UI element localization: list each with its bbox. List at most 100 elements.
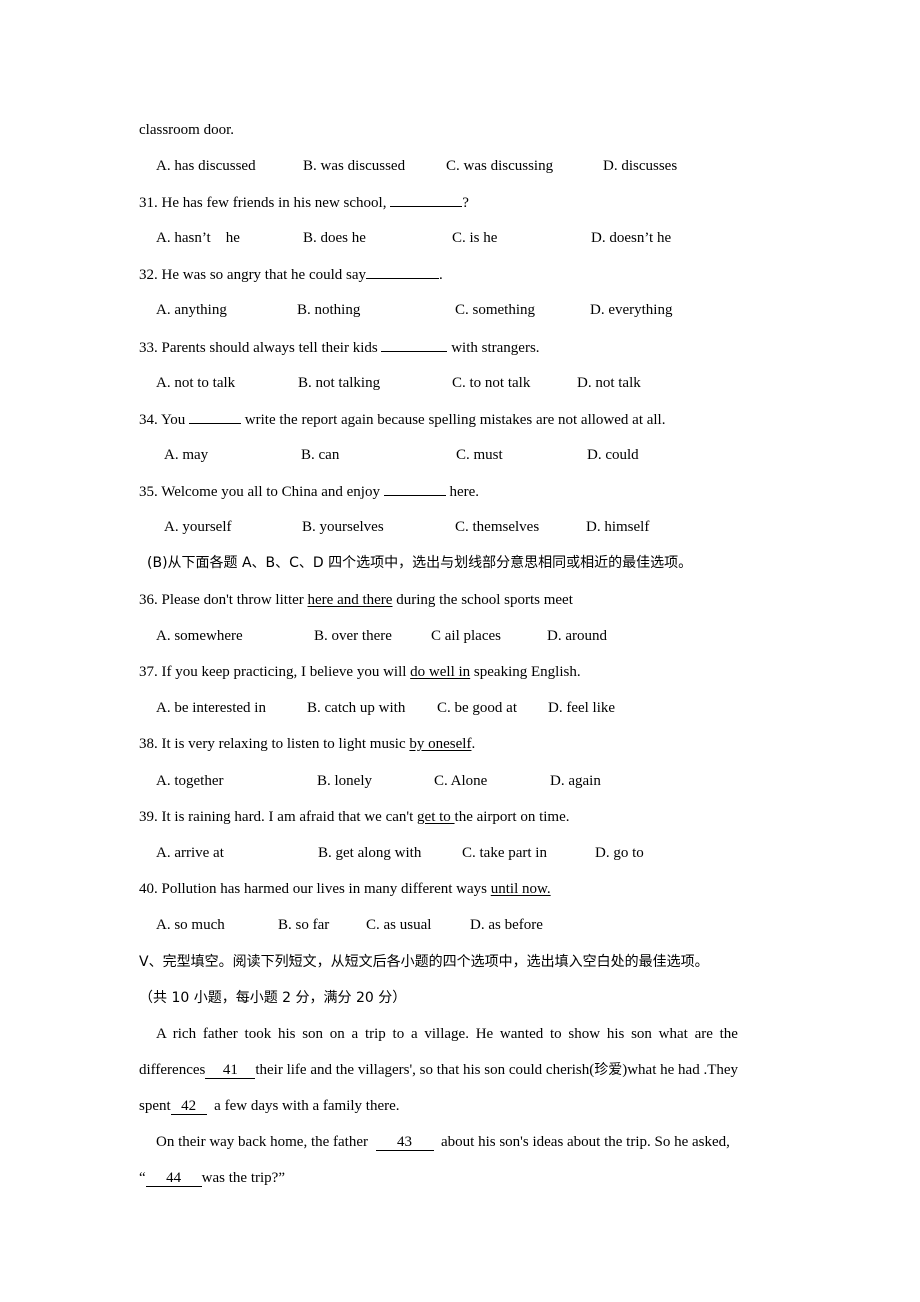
option-b: B. not talking — [298, 375, 381, 391]
option-b: B. lonely — [317, 773, 372, 789]
option-a: A. somewhere — [156, 628, 243, 644]
passage-p1-line2: differences 41 their life and the villager… — [139, 1060, 738, 1080]
option-d: D. discusses — [603, 158, 678, 174]
cloze-blank-41: 41 — [205, 1062, 256, 1079]
question-text-end: with strangers. — [447, 340, 540, 356]
question-number: 35. — [139, 484, 158, 500]
question-36: 36. Please don't throw litter here and t… — [139, 590, 573, 610]
question-31: 31. He has few friends in his new school… — [139, 192, 469, 213]
q30-continuation: classroom door. — [139, 122, 234, 138]
question-text: Pollution has harmed our lives in many d… — [161, 881, 491, 897]
question-number: 33. — [139, 340, 158, 356]
option-d: D. himself — [586, 519, 650, 535]
option-a: A. may — [164, 447, 209, 463]
option-c: C ail places — [431, 628, 501, 644]
underlined-phrase: get to — [417, 809, 455, 825]
option-d: D. feel like — [548, 700, 616, 716]
passage-p1-line1: A rich father took his son on a trip to … — [156, 1026, 738, 1042]
question-text-end: speaking English. — [470, 664, 581, 680]
passage-text: their life and the villagers', so that h… — [255, 1062, 595, 1078]
option-a: A. yourself — [164, 519, 232, 535]
underlined-phrase: here and there — [307, 592, 393, 608]
question-number: 37. — [139, 664, 158, 680]
question-39: 39. It is raining hard. I am afraid that… — [139, 807, 570, 827]
option-a: A. be interested in — [156, 700, 266, 716]
option-a: A. arrive at — [156, 845, 224, 861]
question-text: Welcome you all to China and enjoy — [161, 484, 384, 500]
option-b: B. get along with — [318, 845, 422, 861]
question-number: 36. — [139, 592, 158, 608]
heading-text: V、完型填空。阅读下列短文，从短文后各小题的四个选项中，选出填入空白处的最佳选项… — [139, 954, 709, 970]
passage-text: was the trip?” — [201, 1170, 285, 1186]
option-b: B. nothing — [297, 302, 361, 318]
option-d: D. go to — [595, 845, 644, 861]
answer-blank — [390, 192, 463, 207]
question-text-end: here. — [445, 484, 480, 500]
option-c: C. be good at — [437, 700, 517, 716]
option-a: A. has discussed — [156, 158, 256, 174]
passage-text: )what he had .They — [622, 1062, 739, 1078]
option-a: A. hasn’t he — [156, 230, 240, 246]
answer-blank — [383, 481, 446, 496]
instruction-text: (B)从下面各题 A、B、C、D 四个选项中，选出与划线部分意思相同或相近的最佳… — [147, 555, 693, 571]
question-number: 31. — [139, 195, 158, 211]
passage-p1-line3: spent 42 a few days with a family there. — [139, 1096, 400, 1116]
option-a: A. together — [156, 773, 224, 789]
option-c: C. must — [456, 447, 503, 463]
passage-text: a few days with a family there. — [206, 1098, 400, 1114]
question-32: 32. He was so angry that he could say. — [139, 264, 443, 285]
option-a: A. so much — [156, 917, 225, 933]
option-d: D. not talk — [577, 375, 641, 391]
question-38: 38. It is very relaxing to listen to lig… — [139, 734, 475, 754]
question-text: Parents should always tell their kids — [161, 340, 382, 356]
underlined-phrase: until now. — [490, 881, 551, 897]
option-d: D. everything — [590, 302, 673, 318]
option-c: C. to not talk — [452, 375, 531, 391]
question-text: It is very relaxing to listen to light m… — [161, 736, 410, 752]
passage-text: about his son's ideas about the trip. So… — [433, 1134, 730, 1150]
option-c: C. Alone — [434, 773, 488, 789]
question-34: 34. You write the report again because s… — [139, 409, 665, 430]
option-c: C. take part in — [462, 845, 547, 861]
option-b: B. catch up with — [307, 700, 406, 716]
question-text-end: during the school sports meet — [392, 592, 573, 608]
option-b: B. so far — [278, 917, 330, 933]
question-text: He was so angry that he could say — [161, 267, 367, 283]
question-text-end: the airport on time. — [454, 809, 570, 825]
option-d: D. as before — [470, 917, 543, 933]
passage-gloss: 珍爱 — [594, 1062, 623, 1078]
question-40: 40. Pollution has harmed our lives in ma… — [139, 879, 551, 899]
question-text-end: write the report again because spelling … — [241, 412, 666, 428]
passage-text: “ — [139, 1170, 146, 1186]
underlined-phrase: by oneself — [409, 736, 472, 752]
question-text: You — [160, 412, 190, 428]
cloze-blank-43: 43 — [375, 1134, 434, 1151]
option-c: C. something — [455, 302, 536, 318]
cloze-blank-44: 44 — [145, 1170, 202, 1187]
option-b: B. was discussed — [303, 158, 406, 174]
option-b: B. does he — [303, 230, 366, 246]
question-text: He has few friends in his new school, — [161, 195, 391, 211]
question-text: It is raining hard. I am afraid that we … — [161, 809, 418, 825]
scoring-text: （共 10 小题，每小题 2 分，满分 20 分） — [139, 990, 407, 1006]
question-33: 33. Parents should always tell their kid… — [139, 337, 540, 358]
question-text: Please don't throw litter — [161, 592, 308, 608]
question-37: 37. If you keep practicing, I believe yo… — [139, 662, 581, 682]
option-c: C. as usual — [366, 917, 432, 933]
passage-text: differences — [139, 1062, 206, 1078]
cloze-blank-42: 42 — [170, 1098, 207, 1115]
option-c: C. was discussing — [446, 158, 554, 174]
passage-p2-line2: “44 was the trip?” — [139, 1168, 285, 1188]
question-number: 39. — [139, 809, 158, 825]
section-b-instruction: (B)从下面各题 A、B、C、D 四个选项中，选出与划线部分意思相同或相近的最佳… — [147, 553, 692, 573]
question-text: If you keep practicing, I believe you wi… — [161, 664, 411, 680]
option-a: A. anything — [156, 302, 227, 318]
section-v-heading: V、完型填空。阅读下列短文，从短文后各小题的四个选项中，选出填入空白处的最佳选项… — [139, 952, 709, 972]
passage-text: spent — [139, 1098, 171, 1114]
passage-p2-line1: On their way back home, the father 43 ab… — [156, 1132, 730, 1152]
question-number: 40. — [139, 881, 158, 897]
underlined-phrase: do well in — [410, 664, 471, 680]
question-35: 35. Welcome you all to China and enjoy h… — [139, 481, 479, 502]
option-d: D. around — [547, 628, 607, 644]
option-d: D. again — [550, 773, 601, 789]
